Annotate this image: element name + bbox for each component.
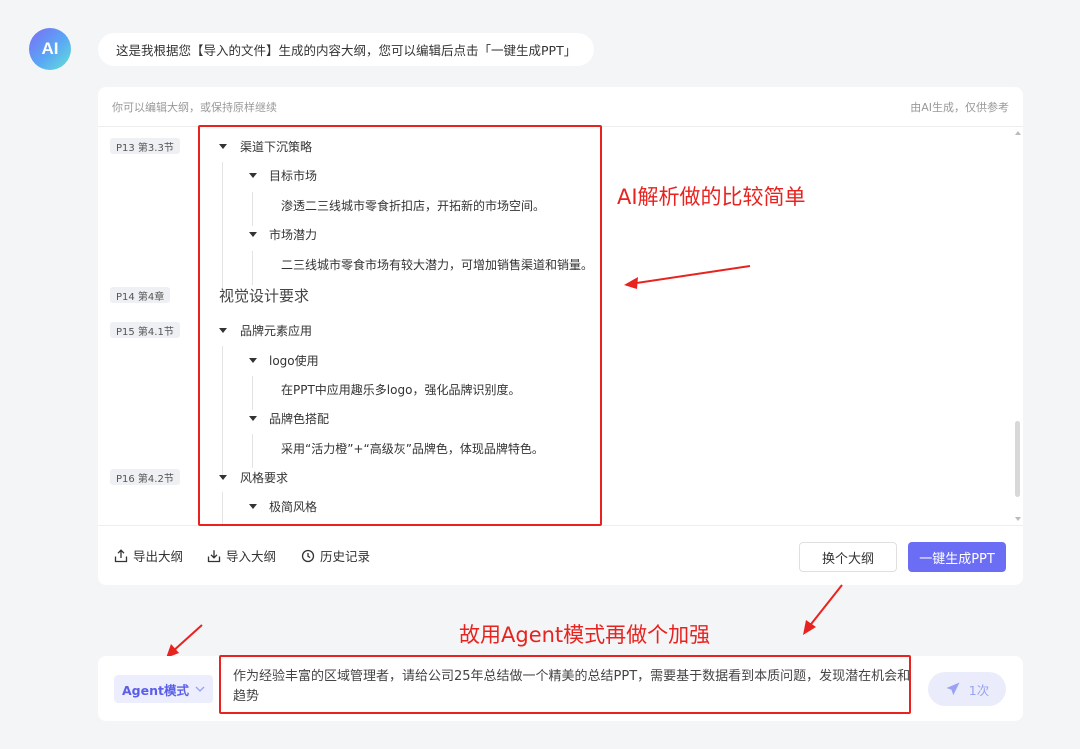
annotation-arrow-icon [624, 265, 751, 289]
page-tag-p14: P14 第4章 [110, 287, 171, 303]
generate-ppt-button[interactable]: 一键生成PPT [908, 542, 1006, 572]
agent-mode-label: Agent模式 [122, 682, 189, 698]
page-tag-p16: P16 第4.2节 [110, 469, 180, 485]
page-tag-p15: P15 第4.1节 [110, 322, 180, 338]
annotation-arrow-icon [803, 584, 843, 635]
annotation-box-outline [198, 125, 602, 526]
export-outline-button[interactable]: 导出大纲 [114, 546, 183, 565]
change-outline-button[interactable]: 换个大纲 [799, 542, 897, 572]
history-label: 历史记录 [320, 549, 371, 564]
send-button[interactable]: 1次 [928, 672, 1006, 706]
panel-header: 你可以编辑大纲，或保持原样继续 由AI生成，仅供参考 [98, 87, 1023, 127]
page: AI 这是我根据您【导入的文件】生成的内容大纲，您可以编辑后点击「一键生成PPT… [0, 0, 1080, 749]
scrollbar-thumb[interactable] [1015, 421, 1020, 497]
ai-disclaimer: 由AI生成，仅供参考 [910, 100, 1009, 114]
export-outline-label: 导出大纲 [133, 549, 184, 564]
scroll-up-icon[interactable] [1015, 131, 1021, 135]
edit-hint: 你可以编辑大纲，或保持原样继续 [112, 100, 277, 114]
annotation-box-prompt [219, 655, 911, 714]
annotation-note-ai-simple: AI解析做的比较简单 [617, 185, 806, 209]
import-outline-label: 导入大纲 [226, 549, 277, 564]
history-button[interactable]: 历史记录 [301, 546, 370, 565]
ai-avatar: AI [29, 28, 71, 70]
send-icon [946, 682, 960, 696]
import-outline-button[interactable]: 导入大纲 [207, 546, 276, 565]
annotation-note-agent: 故用Agent模式再做个加强 [459, 623, 711, 647]
export-icon [114, 548, 128, 562]
scroll-down-icon[interactable] [1015, 517, 1021, 521]
send-count-label: 1次 [968, 682, 990, 698]
chevron-down-icon [195, 686, 205, 692]
import-icon [207, 549, 221, 562]
ai-message-bubble: 这是我根据您【导入的文件】生成的内容大纲，您可以编辑后点击「一键生成PPT」 [98, 33, 595, 66]
panel-footer: 导出大纲 导入大纲 历史记录 换个大纲 一键生成PPT [98, 525, 1023, 585]
history-icon [301, 549, 315, 562]
agent-mode-select[interactable]: Agent模式 [114, 675, 213, 703]
page-tag-p13: P13 第3.3节 [110, 138, 180, 154]
